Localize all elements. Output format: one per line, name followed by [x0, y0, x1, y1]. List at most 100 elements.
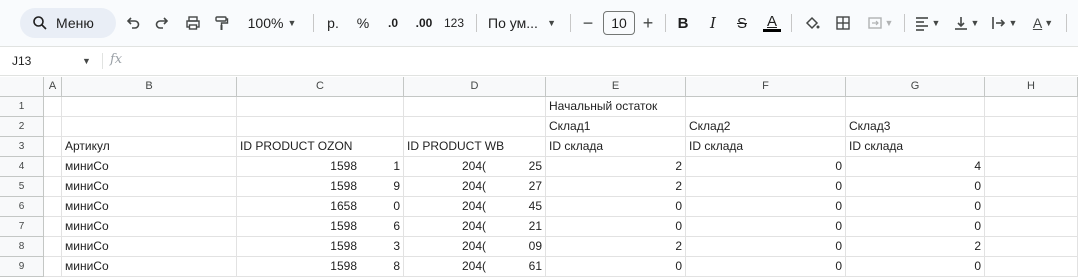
column-header-b[interactable]: B: [62, 77, 237, 97]
cell-h8[interactable]: [985, 237, 1078, 257]
cell-c9[interactable]: 1598 8: [237, 257, 404, 277]
cell-f5[interactable]: 0: [686, 177, 846, 197]
cell-b5[interactable]: миниСо: [62, 177, 237, 197]
row-header[interactable]: 7: [0, 217, 44, 237]
cell-b4[interactable]: миниСо: [62, 157, 237, 177]
cell-d6[interactable]: 204(45: [404, 197, 546, 217]
cell-h3[interactable]: [985, 137, 1078, 157]
cell-f9[interactable]: 0: [686, 257, 846, 277]
cell-f2[interactable]: Склад2: [686, 117, 846, 137]
cell-e3[interactable]: ID склада: [546, 137, 686, 157]
cell-e9[interactable]: 0: [546, 257, 686, 277]
cell-h2[interactable]: [985, 117, 1078, 137]
cell-b3[interactable]: Артикул: [62, 137, 237, 157]
cell-a6[interactable]: [44, 197, 62, 217]
cell-a1[interactable]: [44, 97, 62, 117]
paint-format-button[interactable]: [208, 8, 234, 38]
text-color-button[interactable]: A: [759, 8, 785, 38]
cell-e1[interactable]: Начальный остаток: [546, 97, 686, 117]
currency-format-button[interactable]: р.: [322, 8, 344, 38]
cell-d3[interactable]: ID PRODUCT WB: [404, 137, 546, 157]
cell-c3[interactable]: ID PRODUCT OZON: [237, 137, 404, 157]
cell-f6[interactable]: 0: [686, 197, 846, 217]
zoom-select[interactable]: 100% ▼: [244, 8, 300, 38]
cell-g3[interactable]: ID склада: [846, 137, 985, 157]
cell-f4[interactable]: 0: [686, 157, 846, 177]
column-header-e[interactable]: E: [546, 77, 686, 97]
cell-d8[interactable]: 204(09: [404, 237, 546, 257]
cell-e2[interactable]: Склад1: [546, 117, 686, 137]
cell-d9[interactable]: 204(61: [404, 257, 546, 277]
row-header[interactable]: 8: [0, 237, 44, 257]
cell-g6[interactable]: 0: [846, 197, 985, 217]
increase-decimal-button[interactable]: .00: [411, 8, 437, 38]
number-format-button[interactable]: 123: [441, 8, 467, 38]
row-header[interactable]: 6: [0, 197, 44, 217]
font-size-decrease-button[interactable]: −: [575, 8, 601, 38]
row-header[interactable]: 1: [0, 97, 44, 117]
cell-a9[interactable]: [44, 257, 62, 277]
row-header[interactable]: 5: [0, 177, 44, 197]
cell-a7[interactable]: [44, 217, 62, 237]
cell-d4[interactable]: 204(25: [404, 157, 546, 177]
font-size-input[interactable]: 10: [603, 11, 635, 35]
cell-c6[interactable]: 1658 0: [237, 197, 404, 217]
search-menu-button[interactable]: Меню: [20, 8, 116, 38]
cell-c8[interactable]: 1598 3: [237, 237, 404, 257]
select-all-corner[interactable]: [0, 77, 44, 97]
cell-f8[interactable]: 0: [686, 237, 846, 257]
cell-a4[interactable]: [44, 157, 62, 177]
cell-g4[interactable]: 4: [846, 157, 985, 177]
column-header-d[interactable]: D: [404, 77, 546, 97]
text-rotation-button[interactable]: A ▼: [1026, 8, 1060, 38]
cell-e7[interactable]: 0: [546, 217, 686, 237]
cell-f3[interactable]: ID склада: [686, 137, 846, 157]
cell-a2[interactable]: [44, 117, 62, 137]
cell-c5[interactable]: 1598 9: [237, 177, 404, 197]
cell-a8[interactable]: [44, 237, 62, 257]
redo-button[interactable]: [149, 8, 175, 38]
cell-h7[interactable]: [985, 217, 1078, 237]
merge-cells-button[interactable]: ▼: [861, 8, 899, 38]
row-header[interactable]: 9: [0, 257, 44, 277]
font-family-select[interactable]: По ум... ▼: [484, 8, 560, 38]
cell-c7[interactable]: 1598 6: [237, 217, 404, 237]
cell-g7[interactable]: 0: [846, 217, 985, 237]
cell-a3[interactable]: [44, 137, 62, 157]
vertical-align-button[interactable]: ▼: [950, 8, 982, 38]
cell-g5[interactable]: 0: [846, 177, 985, 197]
strikethrough-button[interactable]: S: [729, 8, 755, 38]
cell-g9[interactable]: 0: [846, 257, 985, 277]
cell-h6[interactable]: [985, 197, 1078, 217]
cell-b1[interactable]: [62, 97, 237, 117]
row-header[interactable]: 3: [0, 137, 44, 157]
column-header-h[interactable]: H: [985, 77, 1078, 97]
cell-h9[interactable]: [985, 257, 1078, 277]
cell-f7[interactable]: 0: [686, 217, 846, 237]
column-header-g[interactable]: G: [846, 77, 985, 97]
cell-d1[interactable]: [404, 97, 546, 117]
row-header[interactable]: 2: [0, 117, 44, 137]
cell-e4[interactable]: 2: [546, 157, 686, 177]
borders-button[interactable]: [830, 8, 856, 38]
chevron-down-icon[interactable]: ▼: [82, 56, 91, 66]
cell-h4[interactable]: [985, 157, 1078, 177]
text-wrap-button[interactable]: ▼: [988, 8, 1020, 38]
cell-d2[interactable]: [404, 117, 546, 137]
name-box[interactable]: J13: [12, 54, 31, 68]
cell-b9[interactable]: миниСо: [62, 257, 237, 277]
column-header-c[interactable]: C: [237, 77, 404, 97]
column-header-f[interactable]: F: [686, 77, 846, 97]
cell-e5[interactable]: 2: [546, 177, 686, 197]
cell-d5[interactable]: 204(27: [404, 177, 546, 197]
bold-button[interactable]: B: [670, 8, 696, 38]
cell-g1[interactable]: [846, 97, 985, 117]
percent-format-button[interactable]: %: [352, 8, 374, 38]
horizontal-align-button[interactable]: ▼: [911, 8, 943, 38]
cell-h1[interactable]: [985, 97, 1078, 117]
undo-button[interactable]: [120, 8, 146, 38]
cell-h5[interactable]: [985, 177, 1078, 197]
cell-c4[interactable]: 1598 1: [237, 157, 404, 177]
cell-f1[interactable]: [686, 97, 846, 117]
fill-color-button[interactable]: [799, 8, 825, 38]
